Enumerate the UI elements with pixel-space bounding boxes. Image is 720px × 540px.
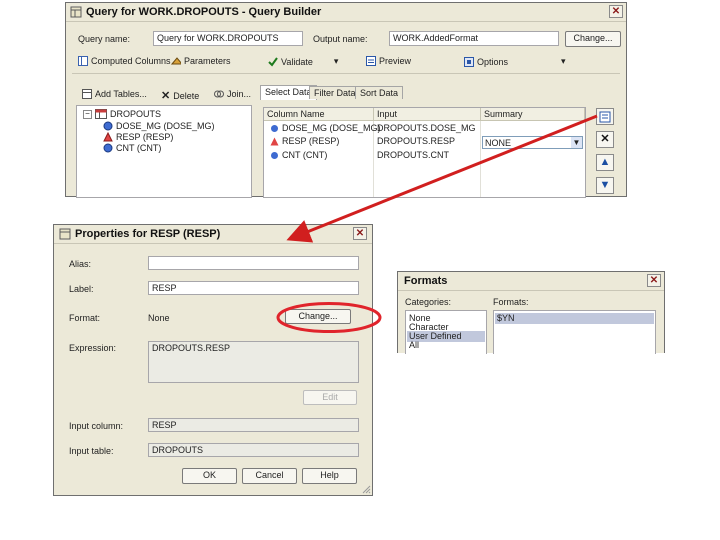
annotation-arrow — [286, 114, 598, 243]
